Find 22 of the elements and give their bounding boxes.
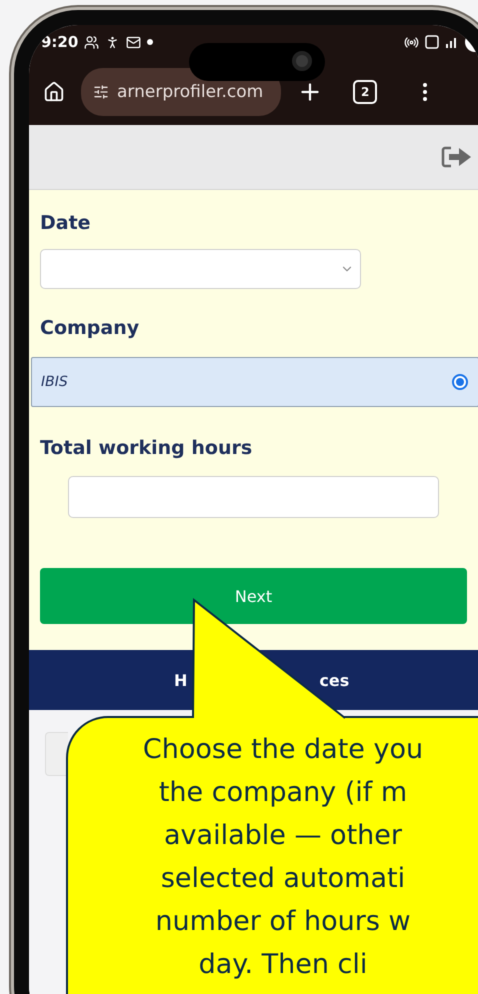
hotspot-icon — [404, 34, 419, 50]
radio-button[interactable] — [452, 374, 468, 390]
tab-count-button[interactable]: 2 — [353, 80, 378, 104]
nav-text: H — [174, 670, 188, 690]
mail-icon — [126, 34, 142, 50]
callout-text: Choose the date you the company (if m available — other selected automati number of hours w day. Then cli — [142, 733, 424, 982]
url-text: arnerprofiler.com — [117, 82, 264, 102]
partial-button[interactable] — [45, 732, 68, 776]
signal-icon — [445, 36, 459, 48]
people-icon — [84, 34, 100, 50]
field-label: Company — [40, 317, 140, 339]
site-settings-icon[interactable] — [93, 84, 109, 100]
option-label: IBIS — [41, 374, 68, 390]
nav-text: ces — [319, 670, 350, 690]
field-label: Total working hours — [40, 437, 254, 459]
field-label: Date — [40, 212, 92, 234]
logout-icon[interactable] — [441, 145, 473, 169]
company-option[interactable]: IBIS — [31, 357, 478, 407]
status-time: 9:20 — [41, 33, 78, 51]
home-icon[interactable] — [43, 81, 65, 103]
hours-input[interactable] — [68, 476, 439, 518]
dot-icon — [147, 39, 154, 45]
